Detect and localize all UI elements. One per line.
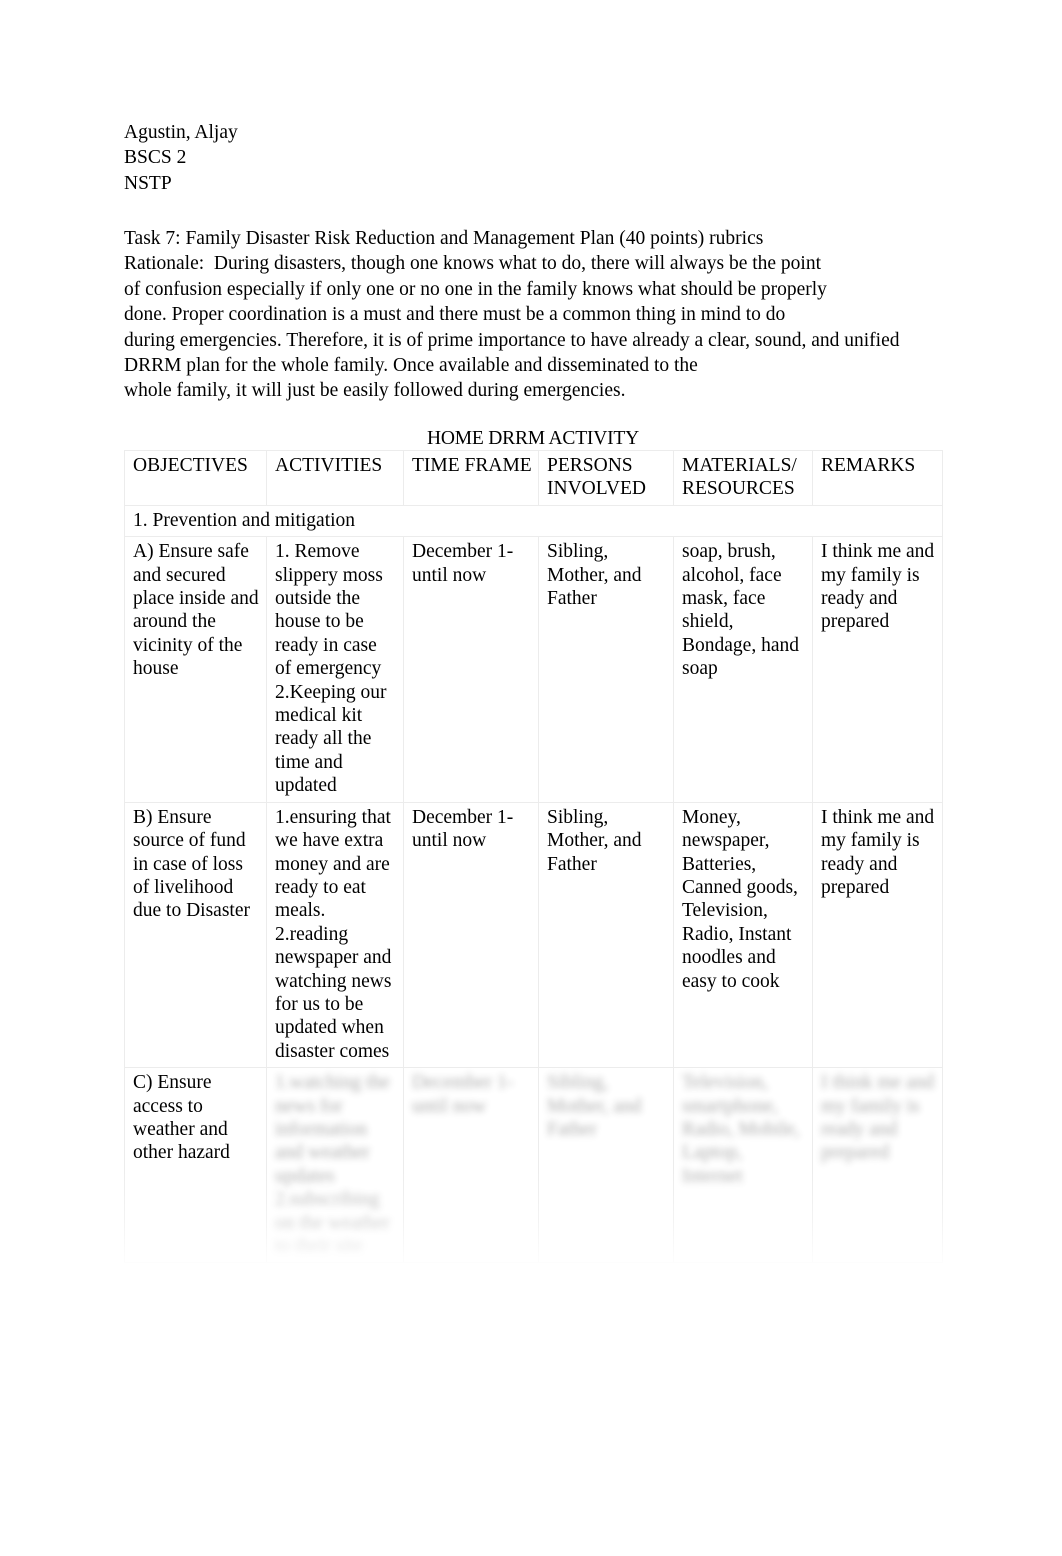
task-title: Task 7: Family Disaster Risk Reduction a…	[124, 228, 764, 249]
cell-persons-involved: Sibling, Mother, and Father	[538, 1067, 674, 1264]
column-header-time-frame: TIME FRAME	[403, 450, 539, 506]
cell-time-frame-text: December 1-until now	[412, 806, 514, 852]
cell-time-frame-text: December 1-until now	[412, 541, 514, 586]
rationale-line-6: whole family, it will just be easily fol…	[124, 380, 626, 402]
cell-persons-involved-text: Sibling, Mother, and Father	[547, 541, 642, 610]
cell-persons-involved: Sibling, Mother, and Father	[538, 801, 674, 1069]
home-drrm-activity-table: OBJECTIVES ACTIVITIES TIME FRAME PERSONS…	[124, 450, 943, 1264]
cell-materials-resources: Money, newspaper, Batteries, Canned good…	[673, 801, 813, 1069]
rationale-line-2: of confusion especially if only one or n…	[124, 278, 827, 300]
cell-remarks: I think me and my family is ready and pr…	[812, 536, 943, 803]
section-label: 1. Prevention and mitigation	[124, 504, 943, 538]
cell-time-frame: December 1-until now	[403, 1067, 539, 1264]
cell-time-frame-text: December 1-until now	[412, 1072, 514, 1117]
cell-objectives: B) Ensure source of fund in case of loss…	[124, 801, 267, 1069]
student-name: Agustin, Aljay	[124, 122, 238, 143]
rationale-line-1: Rationale: During disasters, though one …	[124, 253, 822, 275]
cell-activities-text: 1. Remove slippery moss outside the hous…	[275, 541, 387, 797]
table-row: B) Ensure source of fund in case of loss…	[124, 801, 943, 1069]
column-header-activities: ACTIVITIES	[266, 450, 404, 506]
table-row: C) Ensure access to weather and other ha…	[124, 1067, 943, 1264]
cell-time-frame: December 1-until now	[403, 536, 539, 803]
cell-time-frame: December 1-until now	[403, 801, 539, 1069]
cell-activities-text: 1.ensuring that we have extra money and …	[275, 806, 392, 1062]
rationale-line-3: done. Proper coordination is a must and …	[124, 304, 786, 326]
cell-remarks: I think me and my family is ready and pr…	[812, 801, 943, 1069]
cell-objectives-text: B) Ensure source of fund in case of loss…	[133, 806, 250, 922]
column-header-materials-resources: MATERIALS/ RESOURCES	[673, 450, 813, 506]
student-info-block: Agustin, Aljay BSCS 2 NSTP	[124, 120, 238, 196]
task-and-rationale: Task 7: Family Disaster Risk Reduction a…	[124, 226, 914, 404]
student-subject: NSTP	[124, 172, 172, 194]
cell-persons-involved: Sibling, Mother, and Father	[538, 536, 674, 803]
column-header-remarks: REMARKS	[812, 450, 943, 506]
cell-persons-involved-text: Sibling, Mother, and Father	[547, 1072, 642, 1140]
table-row: A) Ensure safe and secured place inside …	[124, 536, 943, 803]
table-header-row: OBJECTIVES ACTIVITIES TIME FRAME PERSONS…	[124, 450, 943, 506]
cell-objectives-text: A) Ensure safe and secured place inside …	[133, 541, 259, 680]
cell-materials-resources-text: Television, smartphone, Radio, Mobile, L…	[682, 1072, 800, 1187]
cell-objectives: C) Ensure access to weather and other ha…	[124, 1067, 267, 1264]
cell-materials-resources: soap, brush, alcohol, face mask, face sh…	[673, 536, 813, 803]
cell-objectives: A) Ensure safe and secured place inside …	[124, 536, 267, 803]
cell-remarks: I think me and my family is ready and pr…	[812, 1067, 943, 1264]
table-section-row: 1. Prevention and mitigation	[124, 504, 943, 538]
rationale-line-4: during emergencies. Therefore, it is of …	[124, 329, 900, 351]
column-header-persons-involved: PERSONS INVOLVED	[538, 450, 674, 506]
table-title: HOME DRRM ACTIVITY	[427, 428, 639, 449]
cell-activities: 1. Remove slippery moss outside the hous…	[266, 536, 404, 803]
cell-activities: 1.ensuring that we have extra money and …	[266, 801, 404, 1069]
cell-objectives-text: C) Ensure access to weather and other ha…	[133, 1072, 230, 1164]
column-header-objectives: OBJECTIVES	[124, 450, 267, 506]
document-page: Agustin, Aljay BSCS 2 NSTP Task 7: Famil…	[0, 0, 1062, 1556]
cell-persons-involved-text: Sibling, Mother, and Father	[547, 806, 642, 875]
cell-remarks-text: I think me and my family is ready and pr…	[821, 1072, 935, 1164]
cell-materials-resources: Television, smartphone, Radio, Mobile, L…	[673, 1067, 813, 1264]
student-course: BSCS 2	[124, 147, 187, 169]
cell-remarks-text: I think me and my family is ready and pr…	[821, 541, 935, 633]
cell-activities: 1.watching the news for information and …	[266, 1067, 404, 1264]
cell-materials-resources-text: soap, brush, alcohol, face mask, face sh…	[682, 541, 799, 680]
cell-materials-resources-text: Money, newspaper, Batteries, Canned good…	[682, 806, 798, 992]
cell-activities-text: 1.watching the news for information and …	[275, 1072, 390, 1257]
rationale-line-5: DRRM plan for the whole family. Once ava…	[124, 355, 698, 377]
cell-remarks-text: I think me and my family is ready and pr…	[821, 806, 935, 898]
